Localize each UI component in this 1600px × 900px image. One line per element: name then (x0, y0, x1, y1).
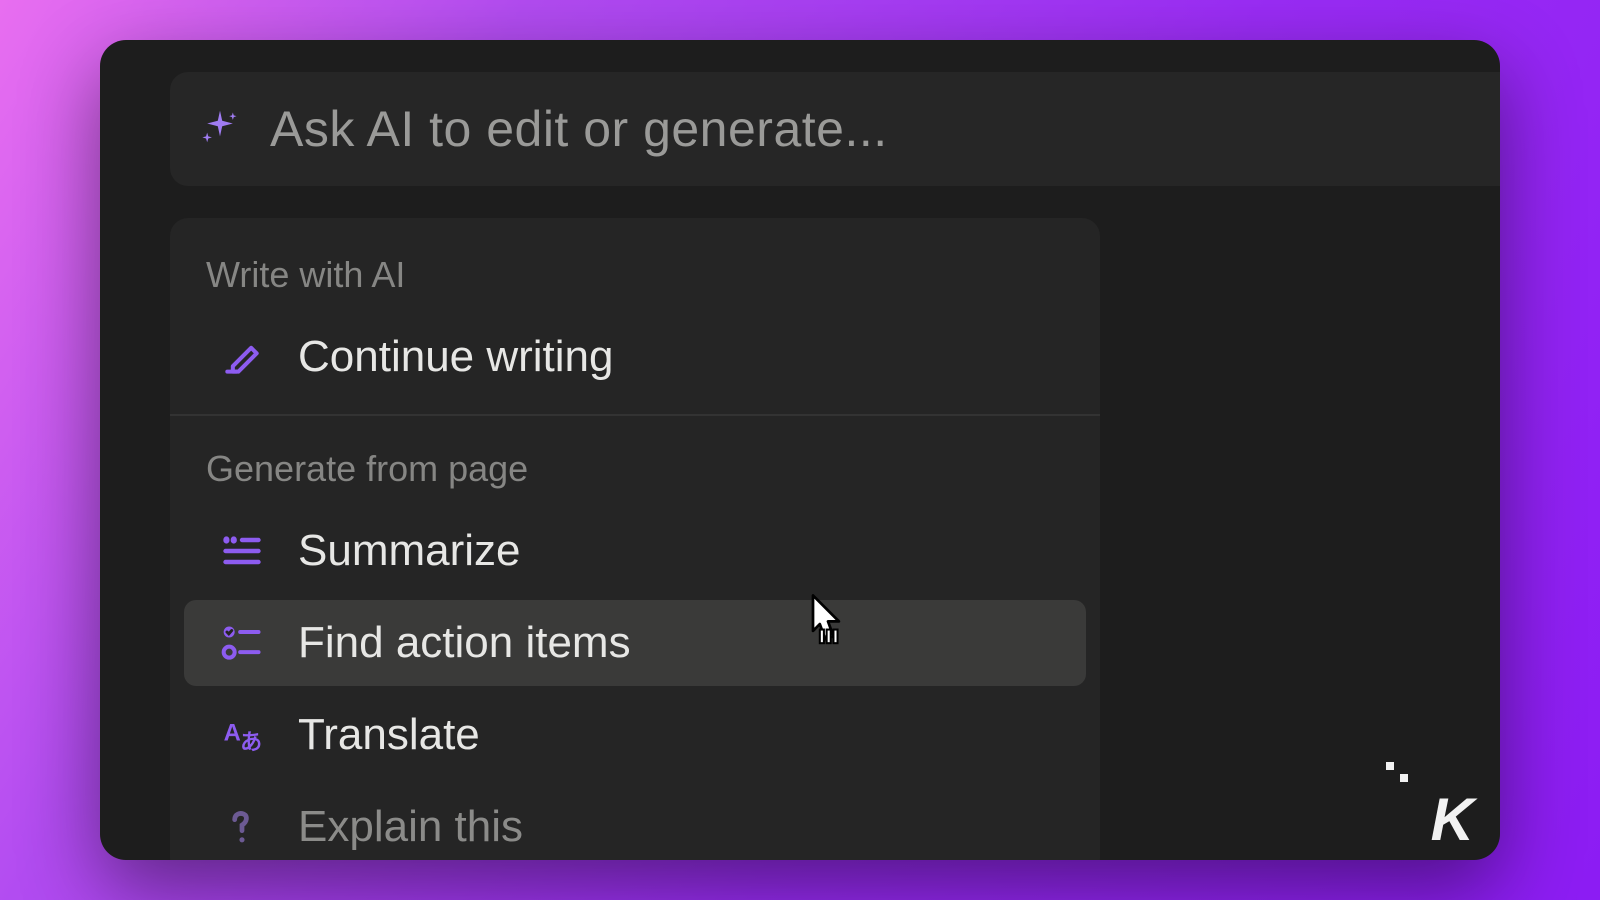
question-icon (220, 805, 264, 849)
ai-panel: Ask AI to edit or generate... Write with… (100, 40, 1500, 860)
summarize-icon (220, 529, 264, 573)
menu-item-label: Continue writing (298, 332, 614, 382)
svg-text:A: A (224, 720, 241, 747)
brand-dots-icon (1386, 762, 1416, 792)
ai-prompt-bar[interactable]: Ask AI to edit or generate... (170, 72, 1500, 186)
menu-item-summarize[interactable]: Summarize (184, 508, 1086, 594)
action-items-icon (220, 621, 264, 665)
pencil-line-icon (220, 335, 264, 379)
menu-item-explain-this[interactable]: Explain this (184, 784, 1086, 860)
ai-prompt-placeholder: Ask AI to edit or generate... (270, 100, 888, 158)
section-title-write: Write with AI (170, 232, 1100, 308)
menu-item-label: Summarize (298, 526, 521, 576)
ai-suggestions-dropdown: Write with AI Continue writing Generate … (170, 218, 1100, 860)
svg-text:あ: あ (240, 730, 262, 755)
menu-item-translate[interactable]: A あ Translate (184, 692, 1086, 778)
divider (170, 414, 1100, 416)
translate-icon: A あ (220, 713, 264, 757)
menu-item-label: Find action items (298, 618, 631, 668)
brand-logo: K (1431, 790, 1472, 850)
menu-item-find-action-items[interactable]: Find action items (184, 600, 1086, 686)
menu-item-label: Translate (298, 710, 480, 760)
sparkle-icon (198, 107, 242, 151)
menu-item-label: Explain this (298, 802, 523, 852)
menu-item-continue-writing[interactable]: Continue writing (184, 314, 1086, 400)
section-title-generate: Generate from page (170, 426, 1100, 502)
